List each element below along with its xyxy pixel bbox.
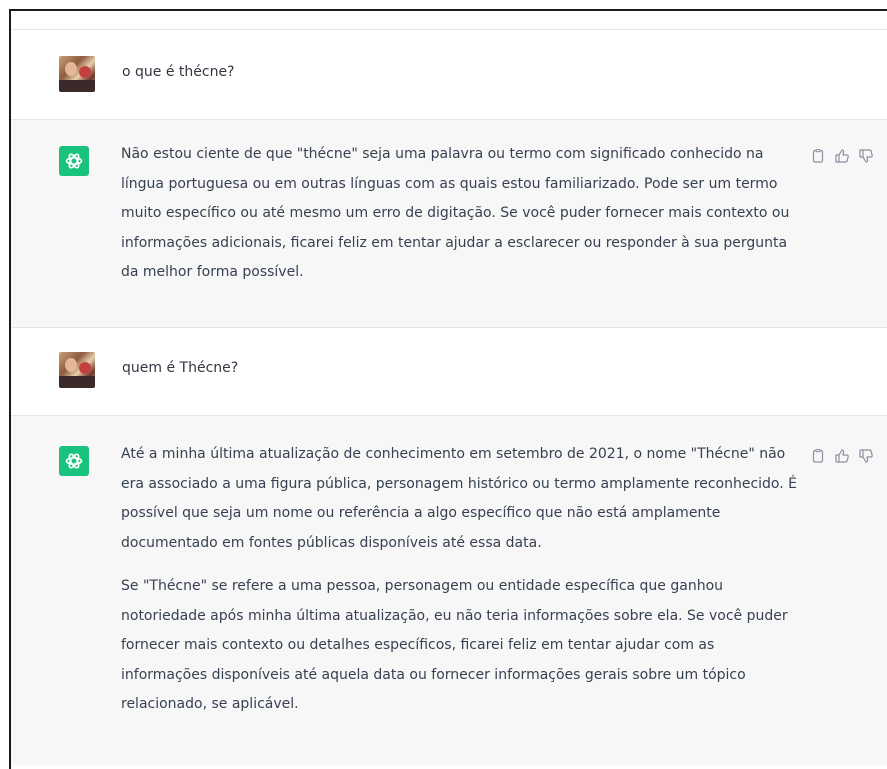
message-assistant: Não estou ciente de que "thécne" seja um… — [11, 119, 887, 327]
assistant-paragraph: Até a minha última atualização de conhec… — [121, 446, 797, 551]
assistant-paragraph: Não estou ciente de que "thécne" seja um… — [121, 146, 790, 280]
message-actions — [810, 448, 874, 464]
user-message-text: o que é thécne? — [122, 64, 235, 80]
assistant-message-text: Até a minha última atualização de conhec… — [121, 440, 801, 720]
thumbs-down-icon[interactable] — [858, 148, 874, 164]
message-user: o que é thécne? — [11, 29, 887, 119]
copy-icon[interactable] — [810, 448, 826, 464]
openai-logo-icon — [59, 446, 89, 476]
openai-logo-icon — [59, 146, 89, 176]
assistant-message-text: Não estou ciente de que "thécne" seja um… — [121, 140, 801, 288]
thumbs-down-icon[interactable] — [858, 448, 874, 464]
message-user: quem é Thécne? — [11, 327, 887, 415]
user-avatar — [59, 352, 95, 388]
user-avatar — [59, 56, 95, 92]
message-assistant: Até a minha última atualização de conhec… — [11, 415, 887, 765]
thumbs-up-icon[interactable] — [834, 448, 850, 464]
thumbs-up-icon[interactable] — [834, 148, 850, 164]
message-actions — [810, 148, 874, 164]
chat-window: o que é thécne? Não estou ciente de que … — [9, 9, 887, 769]
user-message-text: quem é Thécne? — [122, 360, 239, 376]
copy-icon[interactable] — [810, 148, 826, 164]
assistant-paragraph: Se "Thécne" se refere a uma pessoa, pers… — [121, 578, 788, 712]
